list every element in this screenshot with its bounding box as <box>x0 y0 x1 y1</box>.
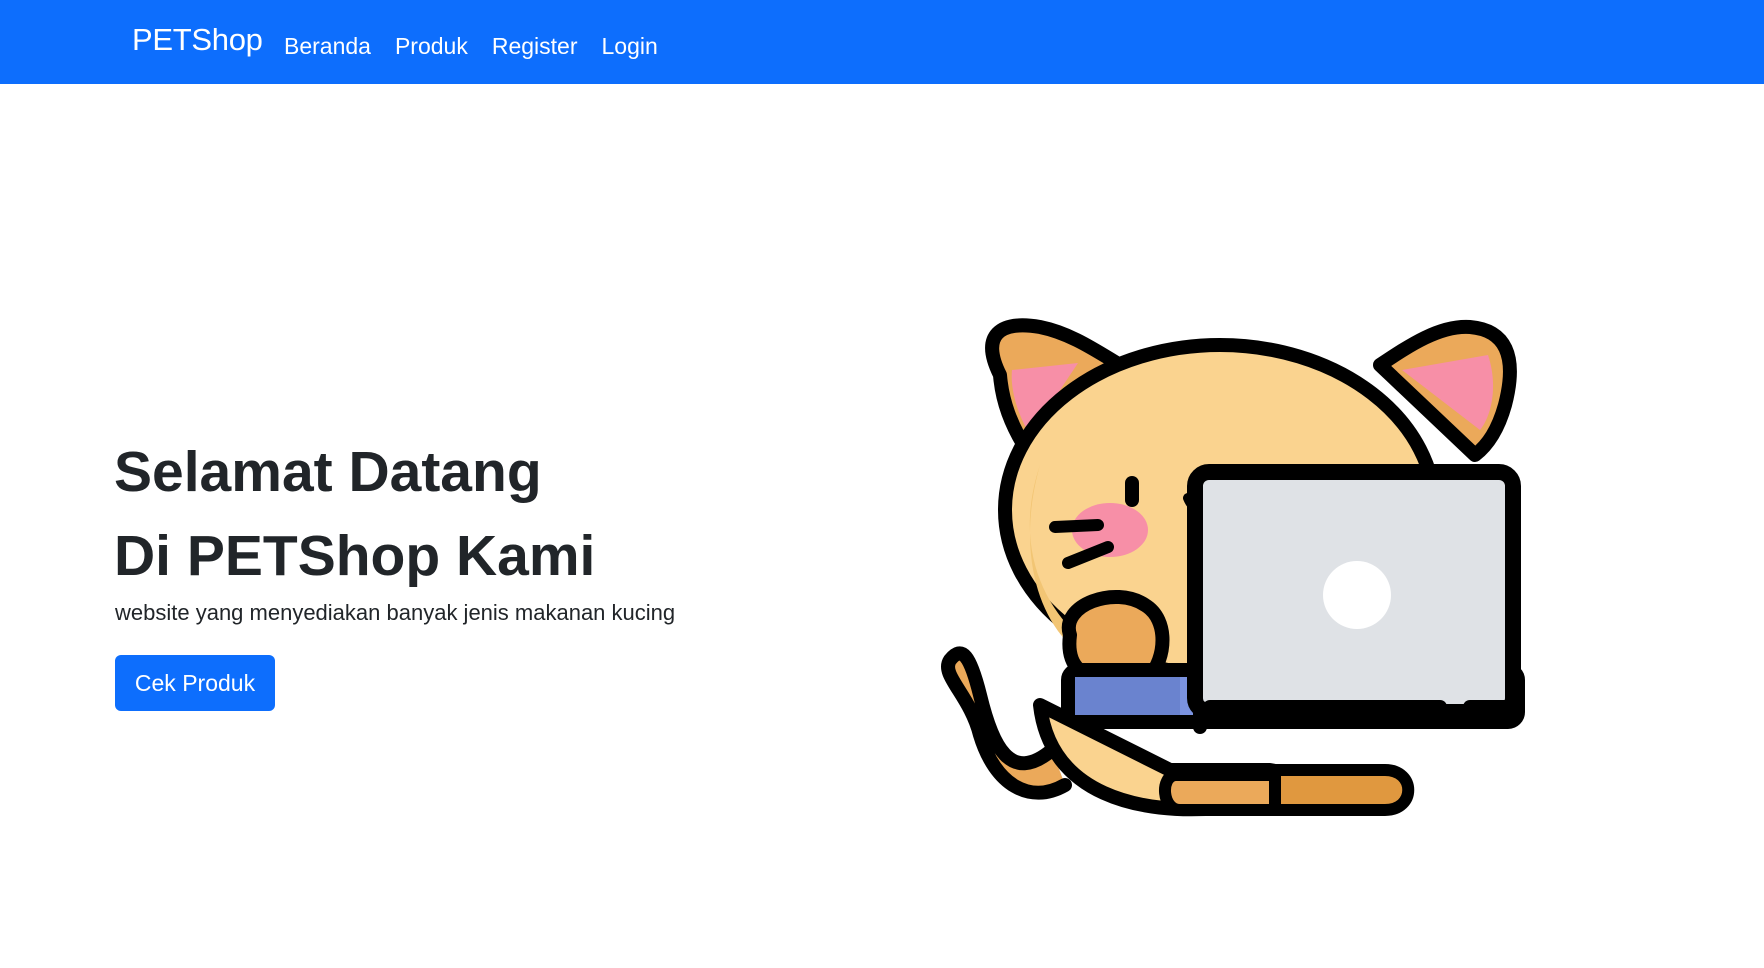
navbar-brand[interactable]: PETShop <box>132 22 263 58</box>
nav-link-login[interactable]: Login <box>602 28 658 64</box>
hero-subtitle: website yang menyediakan banyak jenis ma… <box>115 600 676 625</box>
nav-links: Beranda Produk Register Login <box>284 28 658 64</box>
nav-link-beranda[interactable]: Beranda <box>284 28 371 64</box>
hero-title-line1: Selamat Datang <box>114 440 542 504</box>
hero-title: Selamat Datang Di PETShop Kami <box>114 430 595 598</box>
top-navbar: PETShop Beranda Produk Register Login <box>0 0 1764 84</box>
cat-with-laptop-illustration-icon <box>941 318 1525 817</box>
nav-link-produk[interactable]: Produk <box>395 28 468 64</box>
nav-link-register[interactable]: Register <box>492 28 578 64</box>
hero-title-line2: Di PETShop Kami <box>114 524 596 588</box>
cek-produk-button[interactable]: Cek Produk <box>115 655 275 711</box>
